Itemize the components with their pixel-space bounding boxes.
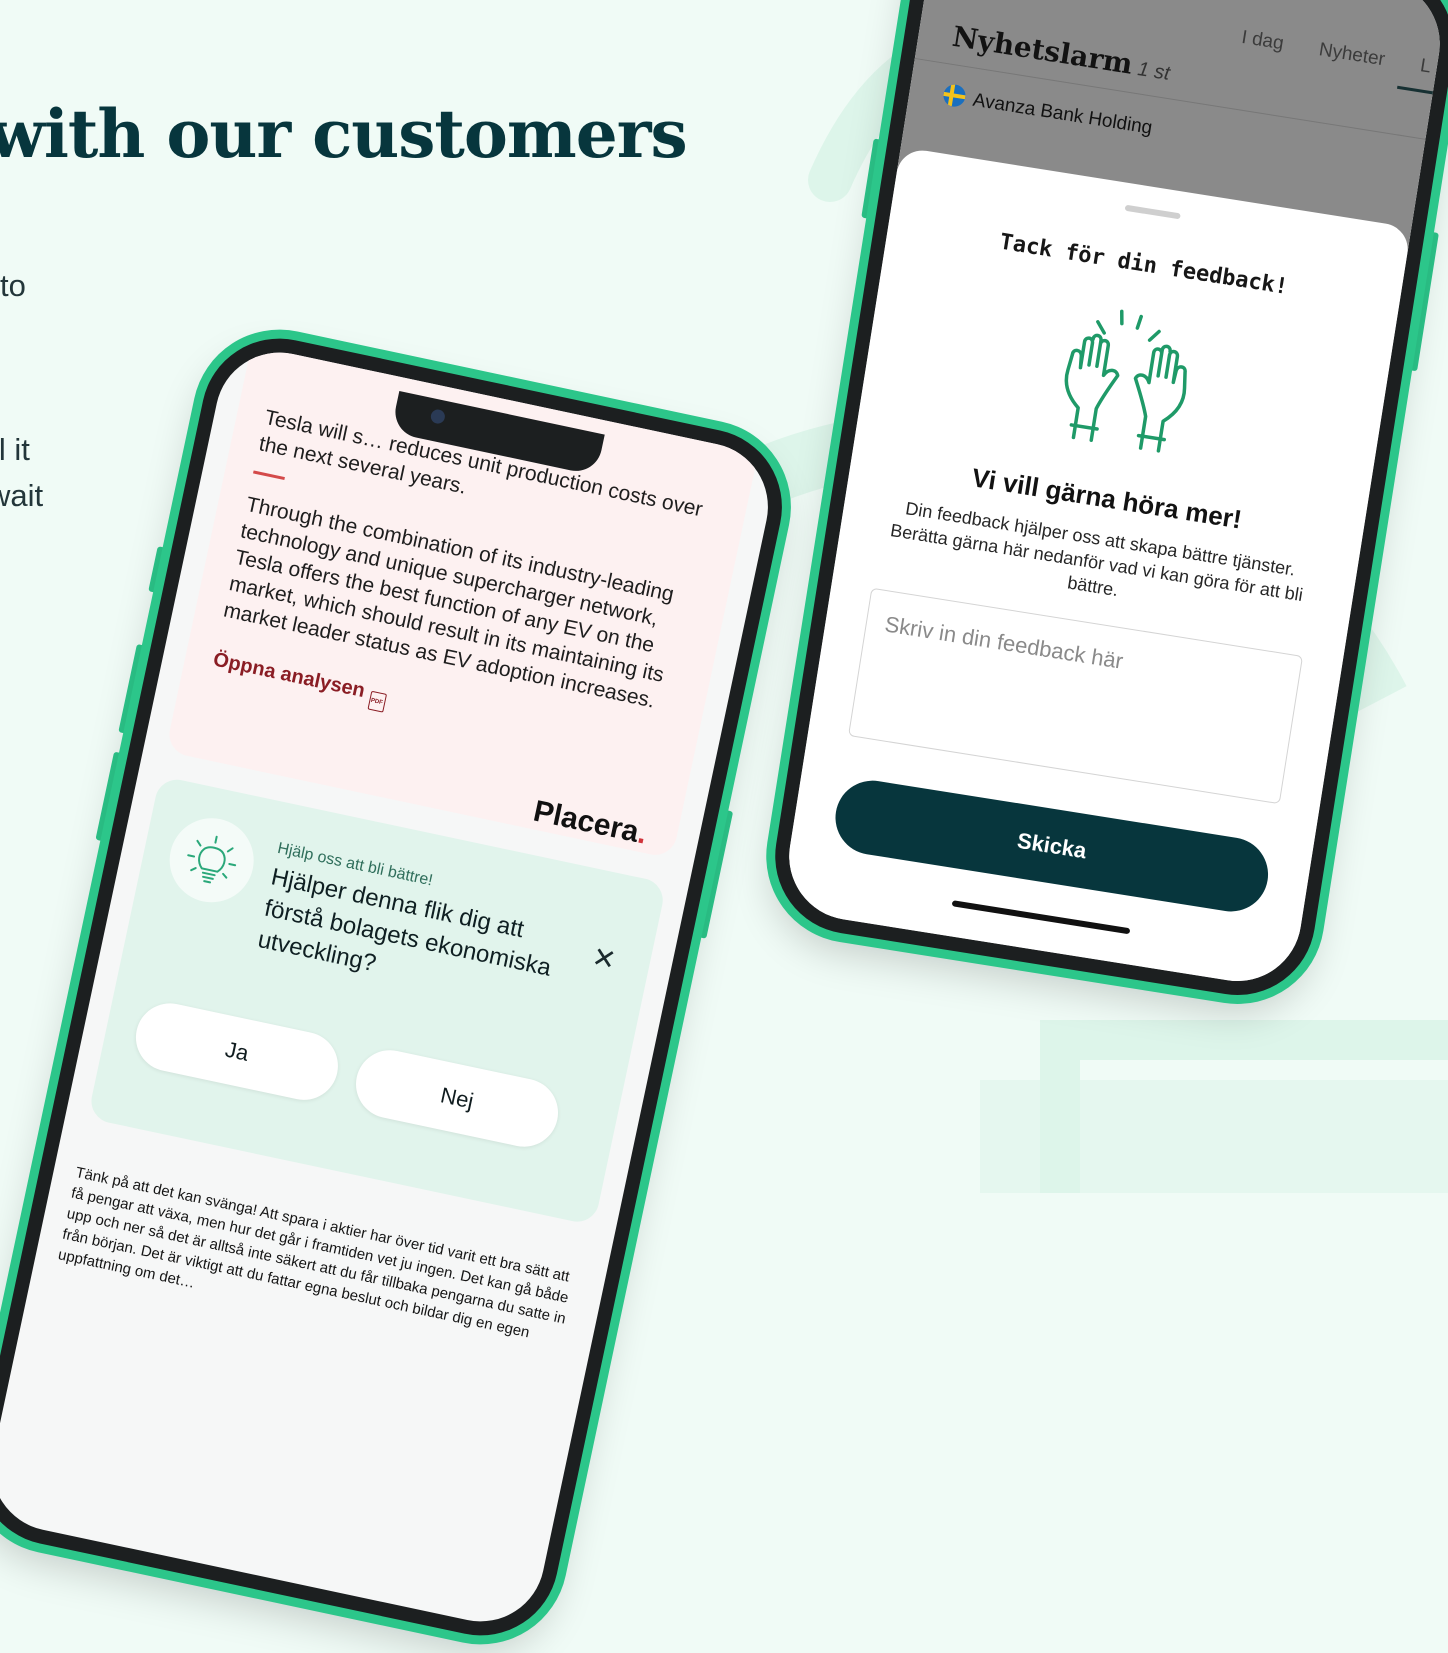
sheet-grabber[interactable] (1124, 204, 1181, 220)
tab-more[interactable]: L (1419, 55, 1433, 77)
news-alarm-heading: Nyhetslarm1 st (950, 19, 1172, 85)
page-heading: with our customers (0, 95, 688, 173)
no-button[interactable]: Nej (349, 1043, 565, 1154)
tab-bar: I dag Nyheter L (1204, 21, 1432, 78)
swedish-flag-icon (941, 83, 968, 109)
lightbulb-icon (161, 810, 262, 911)
close-icon[interactable]: ✕ (589, 940, 619, 977)
feedback-prompt-card: Hjälp oss att bli bättre! Hjälper denna … (87, 775, 667, 1226)
high-five-hands-icon (1040, 294, 1212, 466)
tab-news[interactable]: Nyheter (1317, 39, 1386, 70)
sheet-title: Tack för din feedback! (997, 229, 1290, 300)
body-text-fragment: wait (0, 478, 44, 513)
accent-rule (253, 470, 285, 481)
body-text-fragment: ll it (0, 432, 30, 467)
camera-icon (429, 408, 447, 425)
pdf-icon: PDF (366, 690, 387, 713)
tab-today[interactable]: I dag (1240, 27, 1285, 54)
body-text-fragment: to (0, 268, 26, 303)
send-button[interactable]: Skicka (830, 775, 1274, 917)
home-indicator[interactable] (951, 900, 1130, 935)
yes-button[interactable]: Ja (129, 997, 345, 1107)
active-tab-indicator (1396, 85, 1437, 96)
